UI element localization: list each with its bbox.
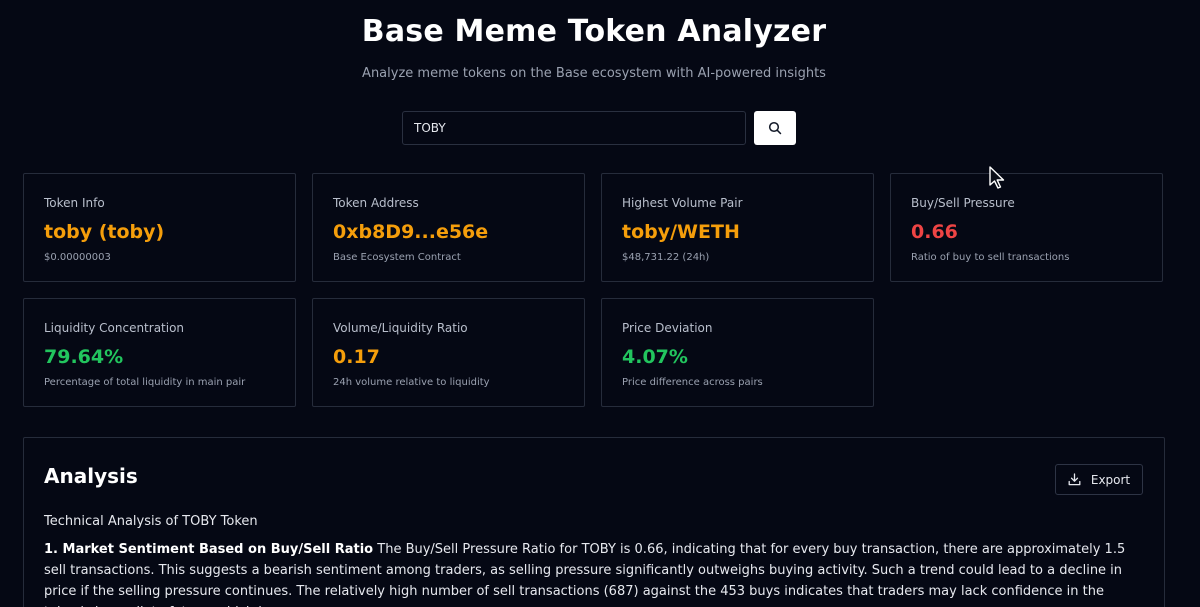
card-volume-liquidity-ratio: Volume/Liquidity Ratio 0.17 24h volume r… <box>312 298 585 407</box>
mouse-cursor-icon <box>989 166 1005 189</box>
card-buy-sell-pressure: Buy/Sell Pressure 0.66 Ratio of buy to s… <box>890 173 1163 282</box>
card-label: Highest Volume Pair <box>622 196 743 210</box>
card-value: toby (toby) <box>44 221 165 243</box>
page-title: Base Meme Token Analyzer <box>361 14 827 49</box>
card-label: Token Info <box>44 196 105 210</box>
card-subtext: 24h volume relative to liquidity <box>333 377 490 388</box>
section-title: 1. Market Sentiment Based on Buy/Sell Ra… <box>44 542 374 557</box>
card-value: 4.07% <box>622 346 688 368</box>
card-token-info: Token Info toby (toby) $0.00000003 <box>23 173 296 282</box>
analysis-title: Analysis <box>44 464 138 488</box>
card-subtext: $0.00000003 <box>44 252 111 263</box>
search-button[interactable] <box>754 111 796 145</box>
card-label: Volume/Liquidity Ratio <box>333 321 468 335</box>
card-value: 0.66 <box>911 221 958 243</box>
card-price-deviation: Price Deviation 4.07% Price difference a… <box>601 298 874 407</box>
page: Base Meme Token Analyzer Analyze meme to… <box>0 0 1200 607</box>
card-value: 79.64% <box>44 346 124 368</box>
card-label: Buy/Sell Pressure <box>911 196 1015 210</box>
analysis-heading: Technical Analysis of TOBY Token <box>44 514 258 529</box>
card-label: Liquidity Concentration <box>44 321 185 335</box>
card-value: 0xb8D9...e56e <box>333 221 489 243</box>
analysis-panel: Analysis Export Technical Analysis of TO… <box>23 437 1165 607</box>
search-bar <box>402 111 796 145</box>
card-value: 0.17 <box>333 346 380 368</box>
card-subtext: Base Ecosystem Contract <box>333 252 461 263</box>
search-icon <box>768 121 782 135</box>
card-token-address: Token Address 0xb8D9...e56e Base Ecosyst… <box>312 173 585 282</box>
download-icon <box>1068 473 1081 486</box>
card-subtext: Percentage of total liquidity in main pa… <box>44 377 246 388</box>
search-input[interactable] <box>402 111 746 145</box>
card-label: Token Address <box>333 196 419 210</box>
export-button[interactable]: Export <box>1055 464 1143 495</box>
card-subtext: Ratio of buy to sell transactions <box>911 252 1070 263</box>
card-subtext: Price difference across pairs <box>622 377 763 388</box>
export-label: Export <box>1090 472 1131 487</box>
card-liquidity-concentration: Liquidity Concentration 79.64% Percentag… <box>23 298 296 407</box>
card-highest-volume-pair: Highest Volume Pair toby/WETH $48,731.22… <box>601 173 874 282</box>
analysis-body: 1. Market Sentiment Based on Buy/Sell Ra… <box>44 539 1144 607</box>
card-label: Price Deviation <box>622 321 713 335</box>
card-value: toby/WETH <box>622 221 740 243</box>
card-subtext: $48,731.22 (24h) <box>622 252 710 263</box>
page-subtitle: Analyze meme tokens on the Base ecosyste… <box>362 66 826 81</box>
